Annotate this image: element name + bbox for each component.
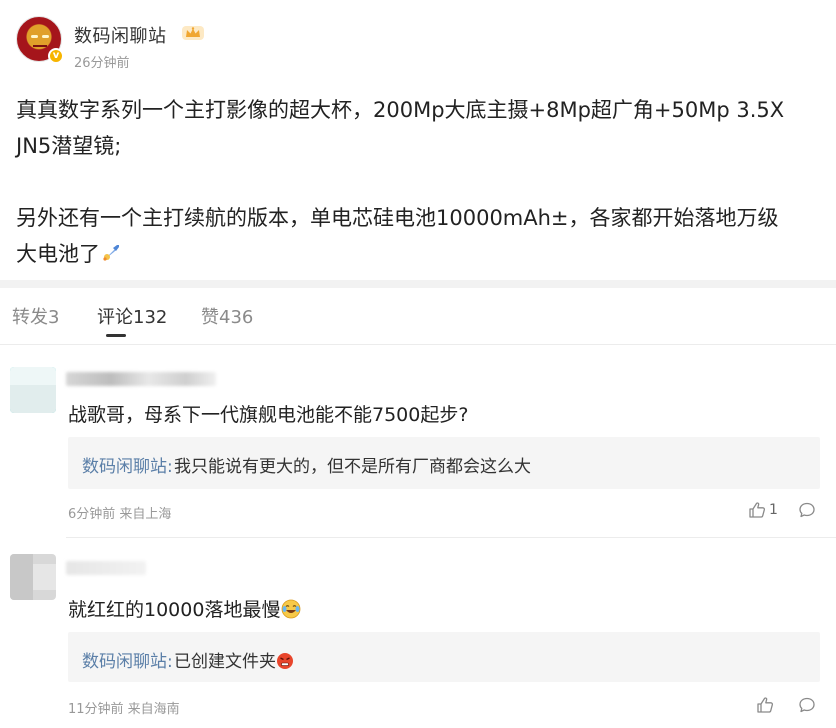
reply-author-link[interactable]: 数码闲聊站: [82, 452, 173, 477]
reply-bubble-icon[interactable] [798, 696, 816, 714]
section-divider [0, 280, 836, 288]
tab-comments[interactable]: 评论132 [97, 303, 167, 329]
angry-emoji-icon [277, 653, 293, 669]
reply-bubble-icon[interactable] [798, 501, 816, 519]
post-line: 真真数字系列一个主打影像的超大杯，200Mp大底主摄+8Mp超广角+50Mp 3… [16, 98, 785, 122]
author-name[interactable]: 数码闲聊站 [74, 22, 167, 48]
verified-badge-icon: v [48, 48, 64, 64]
commenter-avatar[interactable] [10, 367, 56, 413]
like-icon[interactable] [756, 696, 774, 714]
reply-text-with-emoji: 已创建文件夹 [174, 647, 294, 672]
crown-icon [182, 26, 204, 40]
like-count: 1 [769, 502, 778, 518]
active-tab-indicator [106, 334, 126, 337]
comment-text: 战歌哥，母系下一代旗舰电池能不能7500起步? [68, 404, 469, 426]
commenter-avatar[interactable] [10, 554, 56, 600]
comment-text-with-emoji: 就红红的10000落地最慢 [68, 595, 302, 622]
comment-meta: 6分钟前 来自上海 [68, 507, 172, 522]
reply-text: 我只能说有更大的，但不是所有厂商都会这么大 [174, 457, 531, 477]
rocket-emoji-icon [103, 245, 119, 261]
comment-item: 就红红的10000落地最慢 数码闲聊站: 已创建文件夹 11分钟前 来自海南 [0, 538, 836, 728]
post-timestamp: 26分钟前 [74, 56, 130, 71]
commenter-name-redacted [66, 372, 216, 386]
comment-item: 战歌哥，母系下一代旗舰电池能不能7500起步? 数码闲聊站: 我只能说有更大的，… [0, 345, 836, 537]
reply-author-link[interactable]: 数码闲聊站: [82, 647, 173, 672]
reply-preview[interactable]: 数码闲聊站: 已创建文件夹 [68, 632, 820, 682]
post-line-with-emoji: 大电池了 [16, 236, 816, 272]
post-line: JN5潜望镜; [16, 134, 122, 158]
post-line: 另外还有一个主打续航的版本，单电芯硅电池10000mAh±，各家都开始落地万级 [16, 206, 779, 230]
tab-repost[interactable]: 转发3 [12, 303, 59, 329]
reply-text: 已创建文件夹 [174, 652, 276, 672]
comment-meta: 11分钟前 来自海南 [68, 702, 180, 717]
post-card: v 数码闲聊站 26分钟前 真真数字系列一个主打影像的超大杯，200Mp大底主摄… [0, 0, 836, 280]
tab-likes[interactable]: 赞436 [201, 303, 253, 329]
reply-preview[interactable]: 数码闲聊站: 我只能说有更大的，但不是所有厂商都会这么大 [68, 437, 820, 489]
commenter-name-redacted [66, 561, 146, 575]
laugh-cry-emoji-icon [282, 599, 301, 619]
post-line: 大电池了 [16, 242, 100, 266]
author-avatar[interactable]: v [16, 16, 64, 64]
like-icon[interactable] [748, 501, 766, 519]
comment-text: 就红红的10000落地最慢 [68, 599, 281, 621]
post-tabs: 转发3 评论132 赞436 [0, 288, 836, 344]
post-content: 真真数字系列一个主打影像的超大杯，200Mp大底主摄+8Mp超广角+50Mp 3… [16, 92, 816, 272]
